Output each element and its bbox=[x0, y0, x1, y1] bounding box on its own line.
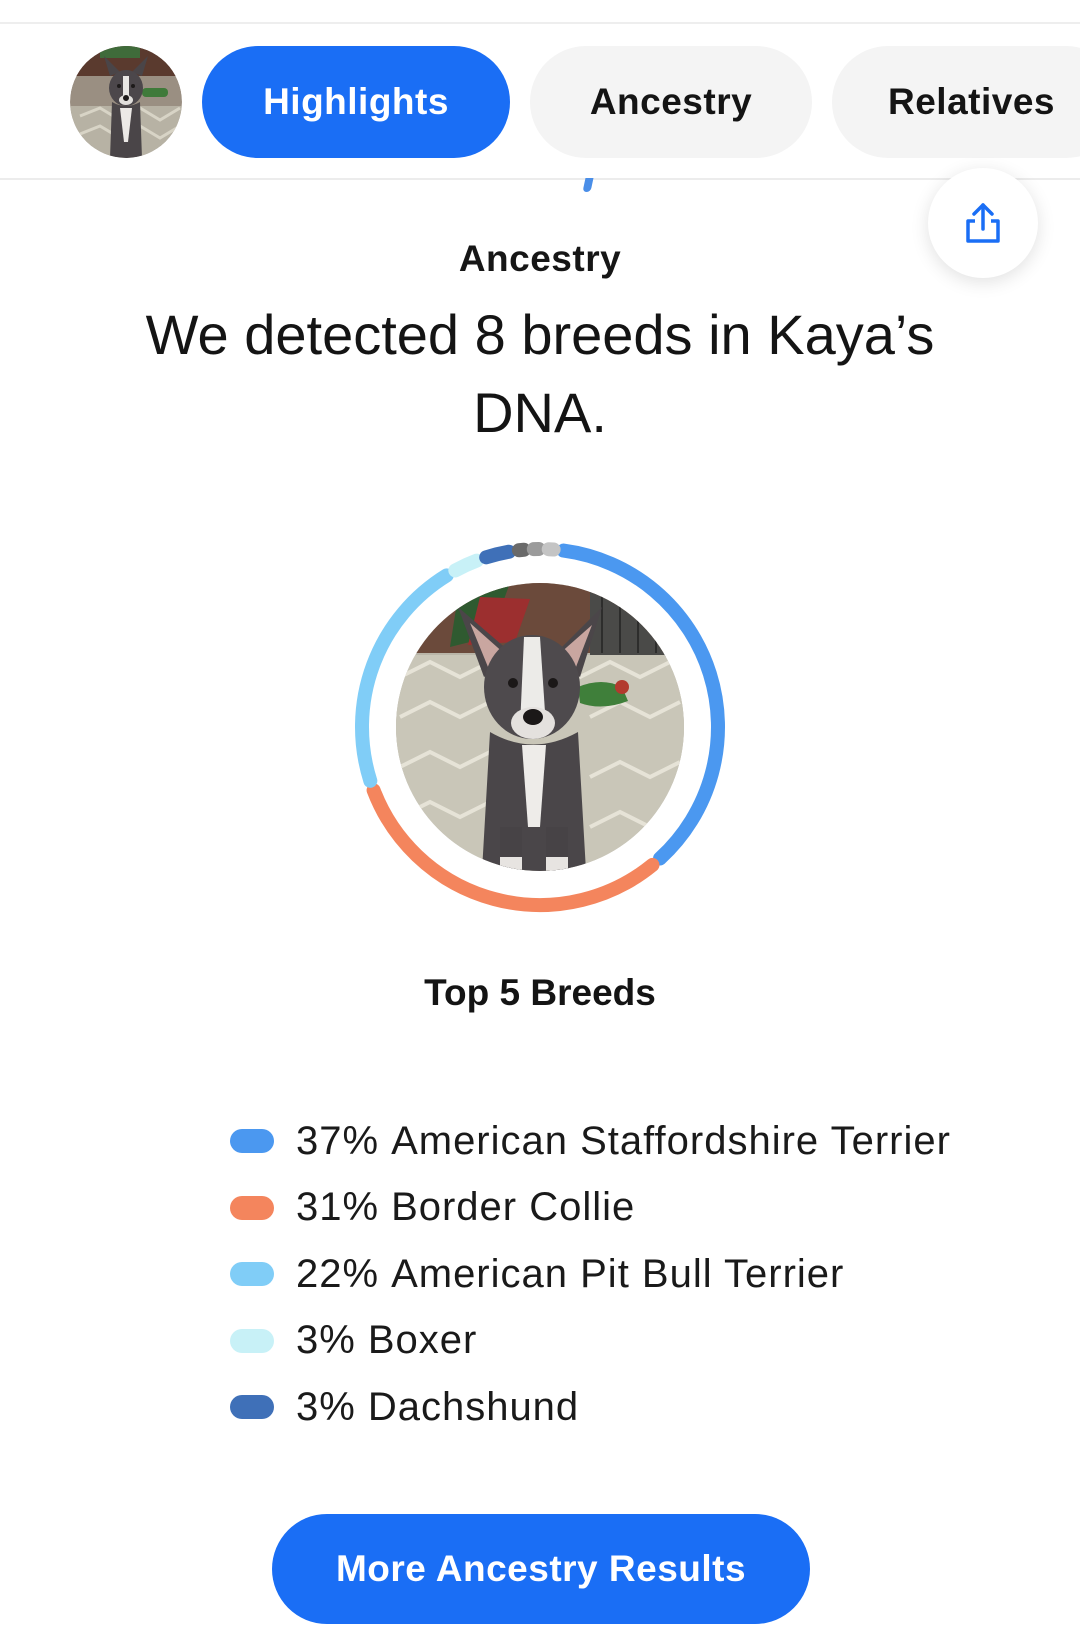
legend-swatch bbox=[230, 1262, 274, 1287]
breed-name: American Pit Bull Terrier bbox=[391, 1251, 845, 1296]
legend-item: 37% American Staffordshire Terrier bbox=[230, 1108, 1030, 1175]
breed-name: Dachshund bbox=[367, 1384, 580, 1429]
legend-label: 37% American Staffordshire Terrier bbox=[296, 1119, 951, 1164]
legend-label: 3% Dachshund bbox=[296, 1385, 579, 1430]
tab-bar: Highlights Ancestry Relatives bbox=[0, 24, 1080, 180]
legend-swatch bbox=[230, 1328, 274, 1353]
dog-avatar[interactable] bbox=[70, 46, 182, 158]
breed-name: Border Collie bbox=[391, 1185, 636, 1230]
top-breeds-label: Top 5 Breeds bbox=[424, 972, 656, 1013]
dog-avatar-icon bbox=[70, 46, 182, 158]
legend-item: 3% Boxer bbox=[230, 1308, 1030, 1375]
breed-percent: 31% bbox=[296, 1185, 380, 1230]
ancestry-ring bbox=[355, 542, 725, 912]
more-ancestry-results-button[interactable]: More Ancestry Results bbox=[272, 1514, 810, 1624]
ring-segment-other bbox=[511, 542, 531, 558]
legend-label: 3% Boxer bbox=[296, 1318, 477, 1363]
legend-swatch bbox=[230, 1129, 274, 1154]
legend-item: 3% Dachshund bbox=[230, 1374, 1030, 1441]
screen: Highlights Ancestry Relatives Ancestry W… bbox=[0, 0, 1080, 1641]
tab-ancestry[interactable]: Ancestry bbox=[530, 46, 812, 158]
dog-photo bbox=[396, 583, 684, 871]
legend-swatch bbox=[230, 1195, 274, 1220]
scroll-indicator bbox=[582, 178, 594, 192]
headline: We detected 8 breeds in Kaya’s DNA. bbox=[145, 303, 935, 444]
breed-name: Boxer bbox=[367, 1318, 478, 1363]
legend-swatch bbox=[230, 1395, 274, 1420]
section-label: Ancestry bbox=[458, 238, 622, 279]
tab-relatives[interactable]: Relatives bbox=[832, 46, 1080, 158]
ancestry-ring-chart bbox=[340, 527, 740, 927]
breed-name: American Staffordshire Terrier bbox=[391, 1118, 951, 1163]
tab-highlights[interactable]: Highlights bbox=[202, 46, 510, 158]
ring-segment bbox=[448, 553, 484, 578]
legend-label: 31% Border Collie bbox=[296, 1185, 635, 1230]
breed-percent: 3% bbox=[296, 1384, 356, 1429]
ring-segment bbox=[479, 544, 517, 565]
breed-percent: 3% bbox=[296, 1318, 356, 1363]
breed-legend: 37% American Staffordshire Terrier 31% Bor… bbox=[230, 1108, 1030, 1441]
breed-percent: 37% bbox=[296, 1118, 380, 1163]
legend-item: 31% Border Collie bbox=[230, 1175, 1030, 1242]
breed-percent: 22% bbox=[296, 1251, 380, 1296]
legend-label: 22% American Pit Bull Terrier bbox=[296, 1252, 844, 1297]
legend-item: 22% American Pit Bull Terrier bbox=[230, 1241, 1030, 1308]
